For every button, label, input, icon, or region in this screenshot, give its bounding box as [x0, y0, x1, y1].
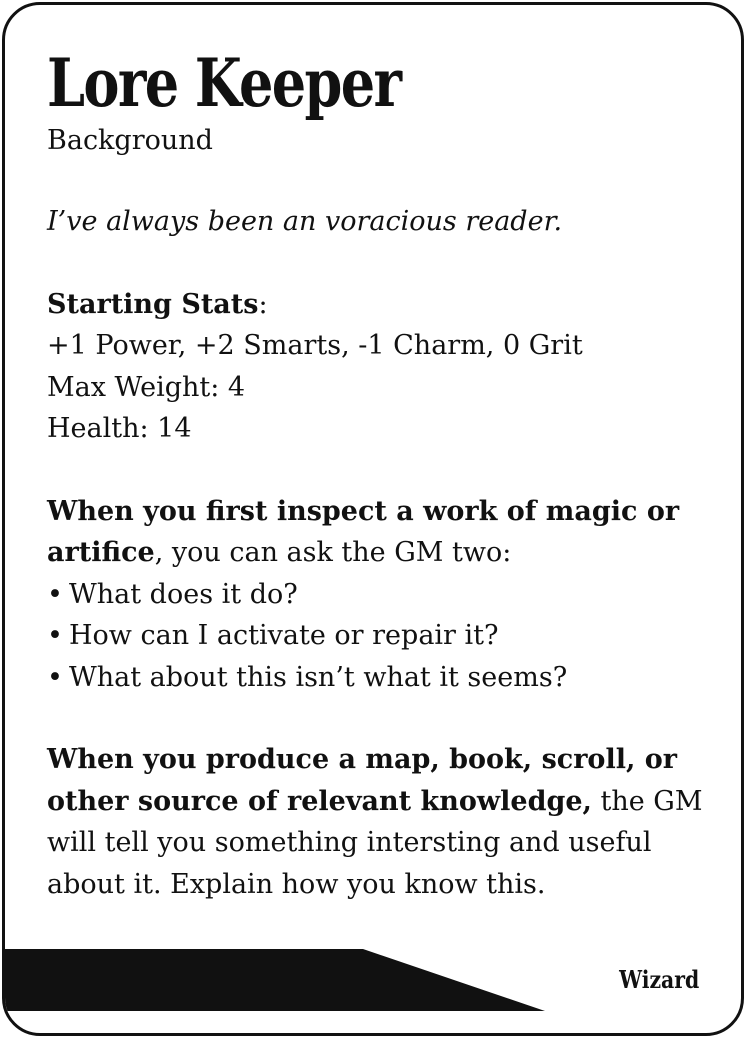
bullet: • [47, 620, 63, 651]
background-card: Lore Keeper Background I’ve always been … [2, 2, 744, 1036]
move-produce-trigger: When you produce a map, book, scroll, or… [47, 744, 677, 817]
move-produce: When you produce a map, book, scroll, or… [47, 739, 727, 905]
stats-line-attributes: +1 Power, +2 Smarts, -1 Charm, 0 Grit [47, 330, 583, 361]
stats-line-health: Health: 14 [47, 413, 192, 444]
list-item: • What about this isn’t what it seems? [47, 657, 727, 699]
stats-heading: Starting Stats [47, 288, 259, 320]
footer-banner [5, 949, 545, 1011]
card-body: I’ve always been an voracious reader. St… [47, 201, 727, 905]
stats-heading-line: Starting Stats: [47, 284, 727, 326]
class-label: Wizard [618, 965, 699, 994]
list-item: • What does it do? [47, 574, 727, 616]
card-subtitle: Background [47, 125, 213, 156]
stats-line-weight: Max Weight: 4 [47, 371, 246, 403]
question-list: • What does it do? • How can I activate or… [47, 574, 727, 699]
stats-colon: : [258, 288, 268, 320]
bullet: • [47, 661, 63, 693]
list-item: • How can I activate or repair it? [47, 615, 727, 657]
move-inspect-text: , you can ask the GM two: [154, 537, 512, 568]
card-title: Lore Keeper [47, 44, 402, 122]
flavor-quote: I’ve always been an voracious reader. [47, 206, 563, 237]
move-inspect: When you first inspect a work of magic o… [47, 491, 727, 574]
bullet: • [47, 578, 63, 610]
